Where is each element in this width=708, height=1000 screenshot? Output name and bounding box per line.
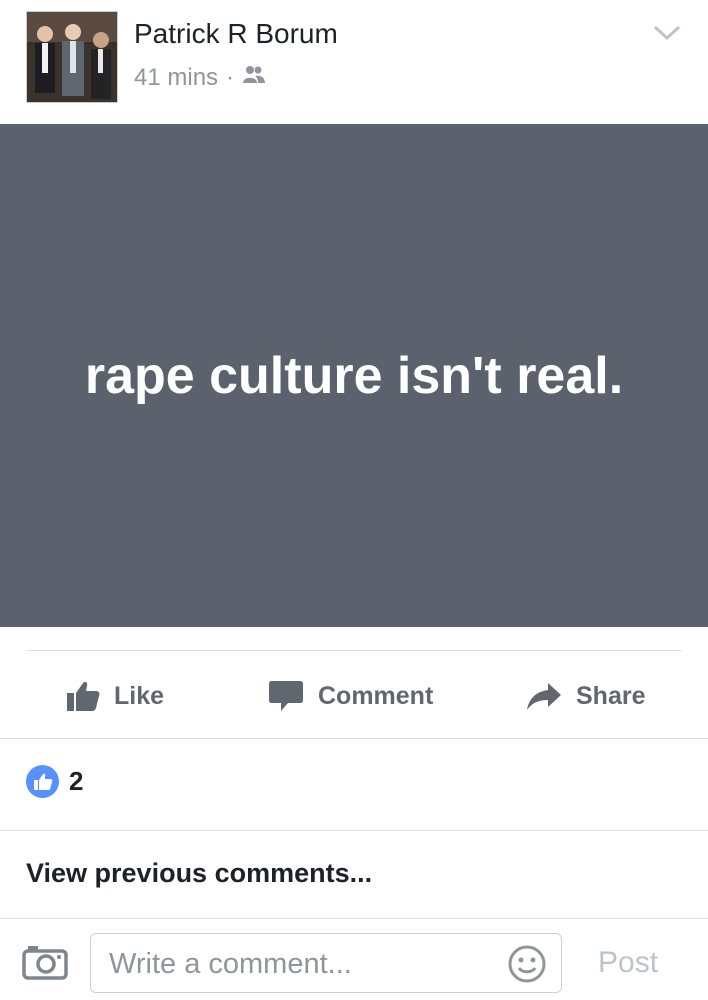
author-name[interactable]: Patrick R Borum bbox=[134, 18, 338, 50]
reaction-summary[interactable]: 2 bbox=[26, 765, 83, 798]
chevron-down-icon[interactable] bbox=[652, 22, 682, 44]
like-button[interactable]: Like bbox=[66, 660, 164, 732]
avatar[interactable] bbox=[26, 11, 118, 103]
post-button[interactable]: Post bbox=[598, 946, 658, 980]
share-label: Share bbox=[576, 681, 646, 710]
like-label: Like bbox=[114, 681, 165, 710]
comment-box bbox=[90, 933, 562, 993]
share-arrow-icon bbox=[527, 683, 561, 710]
divider bbox=[0, 830, 708, 831]
reaction-count: 2 bbox=[69, 766, 84, 796]
share-button[interactable]: Share bbox=[526, 660, 645, 732]
comment-input[interactable] bbox=[107, 942, 491, 986]
smiley-icon[interactable] bbox=[507, 944, 547, 989]
comment-icon bbox=[269, 681, 303, 711]
action-bar: Like Comment Share bbox=[0, 660, 708, 732]
comment-button[interactable]: Comment bbox=[268, 660, 433, 732]
post-meta: 41 mins · bbox=[134, 64, 266, 92]
thumbs-up-icon bbox=[67, 682, 100, 711]
comment-composer: Post bbox=[0, 920, 708, 1000]
timestamp[interactable]: 41 mins bbox=[134, 64, 218, 92]
post-text: rape culture isn't real. bbox=[84, 346, 624, 405]
post-content-card: rape culture isn't real. bbox=[0, 124, 708, 627]
divider bbox=[26, 650, 682, 651]
divider bbox=[0, 918, 708, 919]
comment-label: Comment bbox=[318, 681, 434, 710]
thumbs-up-icon bbox=[26, 765, 59, 798]
post-header: Patrick R Borum 41 mins · bbox=[0, 0, 708, 122]
view-previous-comments-link[interactable]: View previous comments... bbox=[26, 858, 372, 889]
divider bbox=[0, 738, 708, 739]
camera-icon[interactable] bbox=[22, 944, 68, 985]
meta-separator: · bbox=[226, 64, 235, 91]
friends-icon[interactable] bbox=[242, 64, 266, 92]
